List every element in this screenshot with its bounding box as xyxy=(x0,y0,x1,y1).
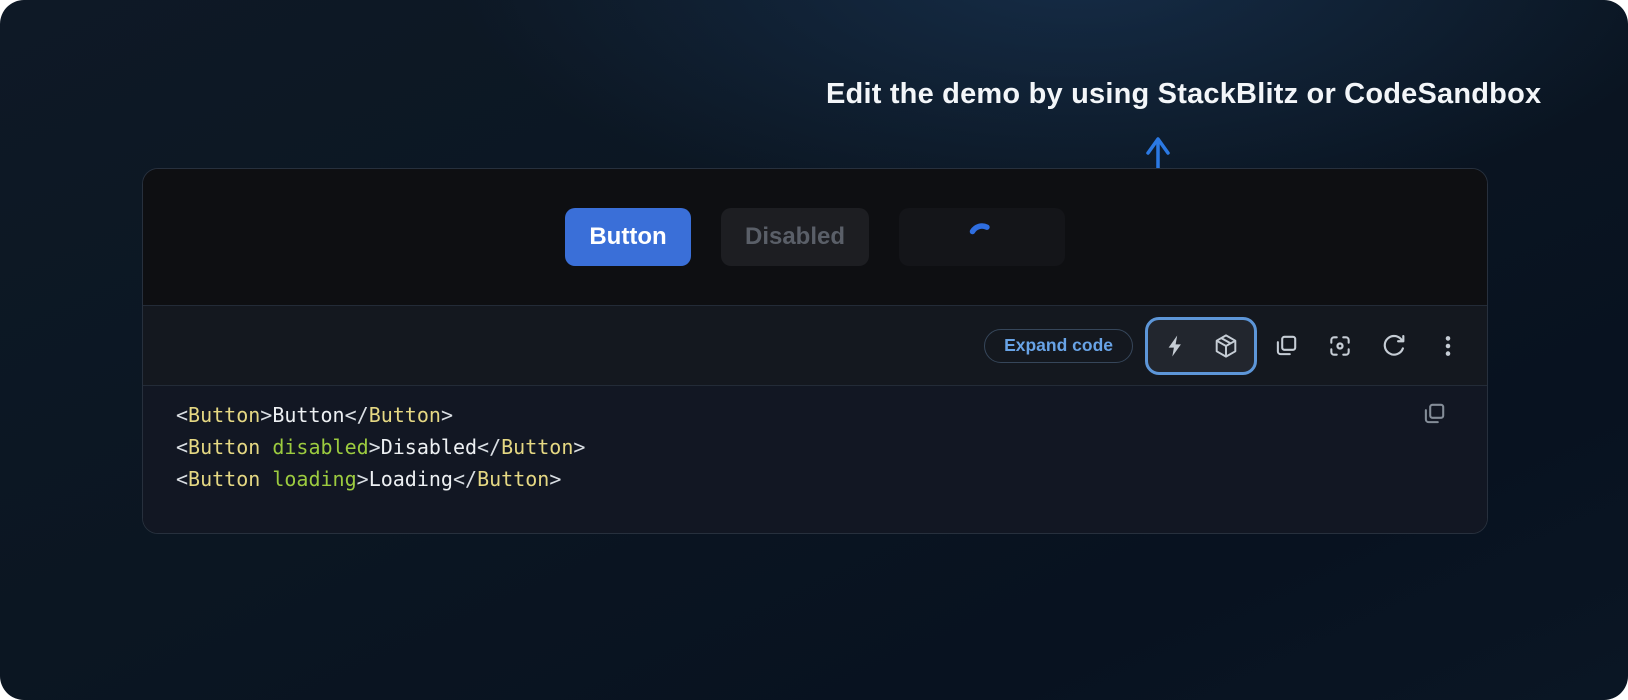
demo-primary-button[interactable]: Button xyxy=(565,208,691,266)
more-vertical-icon[interactable] xyxy=(1435,333,1461,359)
button-label: Disabled xyxy=(745,223,845,251)
toolbar-icon-row xyxy=(1273,333,1461,359)
demo-loading-button[interactable] xyxy=(899,208,1065,266)
refresh-icon[interactable] xyxy=(1381,333,1407,359)
loading-spinner-icon xyxy=(966,221,998,253)
code-lines: <Button>Button</Button><Button disabled>… xyxy=(176,399,1454,495)
demo-card: Button Disabled Expand code xyxy=(142,168,1488,534)
code-line: <Button disabled>Disabled</Button> xyxy=(176,431,1454,463)
code-block: <Button>Button</Button><Button disabled>… xyxy=(143,386,1487,533)
edit-online-group-highlighted xyxy=(1145,317,1257,375)
code-line: <Button loading>Loading</Button> xyxy=(176,463,1454,495)
annotation-text: Edit the demo by using StackBlitz or Cod… xyxy=(826,78,1541,111)
copy-icon[interactable] xyxy=(1273,333,1299,359)
code-line: <Button>Button</Button> xyxy=(176,399,1454,431)
demo-toolbar: Expand code xyxy=(143,305,1487,386)
expand-code-label: Expand code xyxy=(1004,335,1113,356)
button-label: Button xyxy=(589,223,666,251)
docs-demo-page: Edit the demo by using StackBlitz or Cod… xyxy=(0,0,1628,700)
stackblitz-lightning-icon[interactable] xyxy=(1163,333,1189,359)
arrowhead-up-icon xyxy=(1148,139,1168,153)
codesandbox-cube-icon[interactable] xyxy=(1213,333,1239,359)
copy-code-icon[interactable] xyxy=(1421,401,1447,427)
expand-code-button[interactable]: Expand code xyxy=(984,329,1133,363)
inspect-focus-icon[interactable] xyxy=(1327,333,1353,359)
demo-preview-area: Button Disabled xyxy=(143,169,1487,305)
demo-disabled-button: Disabled xyxy=(721,208,869,266)
